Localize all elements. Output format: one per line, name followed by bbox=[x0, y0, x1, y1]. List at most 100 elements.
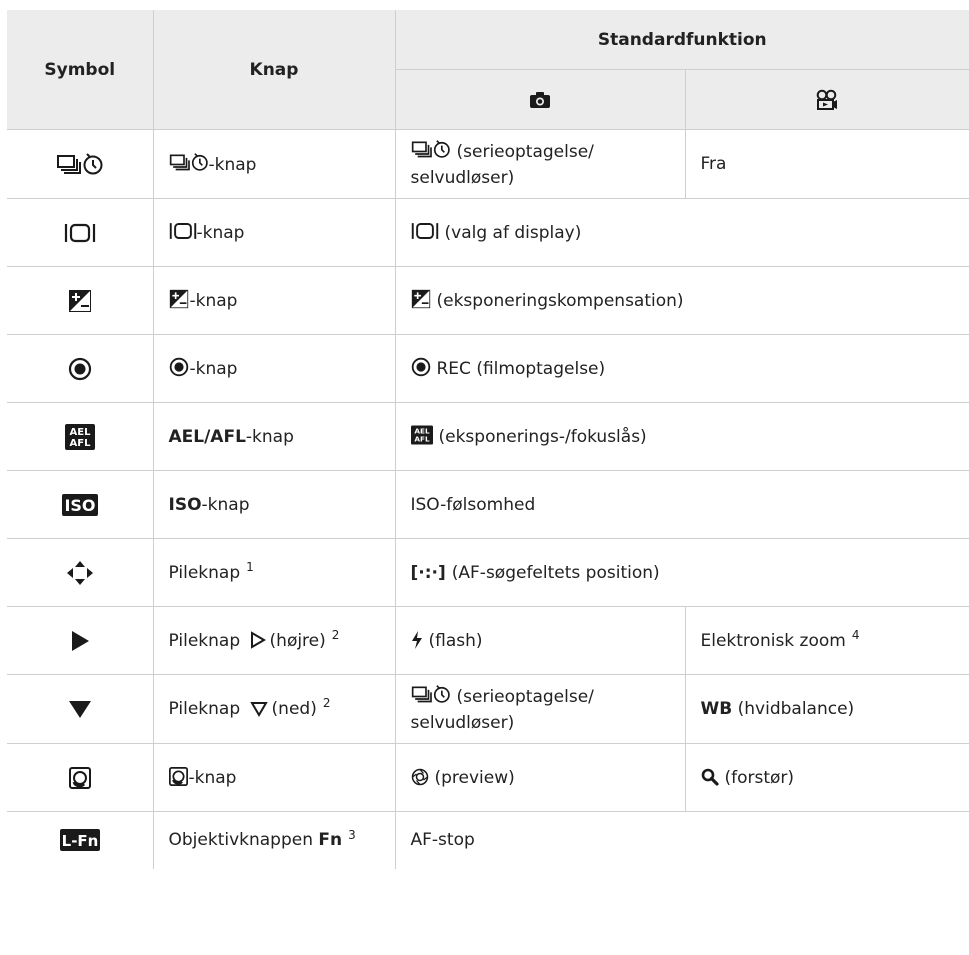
knap-label: -knap bbox=[189, 290, 238, 311]
knap-label: -knap bbox=[245, 426, 294, 447]
knap-label: Pileknap bbox=[168, 630, 241, 651]
func-bold: WB bbox=[700, 699, 733, 719]
func-text: Fra bbox=[700, 154, 727, 174]
preview-button-icon bbox=[168, 766, 188, 786]
header-standardfunktion: Standardfunktion bbox=[394, 10, 969, 70]
drive-selftimer-icon bbox=[56, 151, 104, 177]
knap-bold: AEL/AFL bbox=[168, 426, 246, 447]
symbol-cell: ISO bbox=[7, 470, 154, 539]
symbol-cell bbox=[7, 198, 154, 267]
func-cell: ISO-følsomhed bbox=[394, 470, 969, 539]
func-text: (AF-søgefeltets position) bbox=[451, 562, 660, 583]
table-row: Pileknap (ned) 2 (serieoptagelse/selvudlø… bbox=[7, 674, 969, 744]
flash-icon bbox=[411, 630, 423, 649]
func-text: ISO-følsomhed bbox=[410, 494, 536, 515]
func-cell: [·:·] (AF-søgefeltets position) bbox=[394, 538, 969, 607]
camera-icon bbox=[529, 91, 551, 109]
knap-label: -knap bbox=[208, 154, 257, 175]
func-text: (eksponeringskompensation) bbox=[436, 290, 684, 311]
movie-func-cell: (forstør) bbox=[684, 743, 969, 812]
knap-label: -knap bbox=[189, 358, 238, 379]
symbol-cell: L-Fn bbox=[7, 811, 154, 869]
func-text: AF-stop bbox=[410, 830, 475, 851]
header-photo bbox=[395, 69, 686, 130]
func-text-line2: selvudløser) bbox=[410, 712, 515, 733]
func-cell: (valg af display) bbox=[394, 198, 969, 267]
knap-bold: Fn bbox=[318, 830, 343, 851]
table-row: -knap (serieoptagelse/selvudløser) Fra bbox=[7, 129, 969, 199]
table-row: -knap REC (filmoptagelse) bbox=[7, 334, 969, 403]
exposure-compensation-icon bbox=[169, 289, 189, 309]
knap-cell: Pileknap (ned) 2 bbox=[152, 674, 396, 744]
knap-label-direction: (højre) bbox=[269, 630, 326, 651]
drive-selftimer-icon bbox=[411, 138, 451, 160]
func-text: (flash) bbox=[428, 630, 483, 651]
icon-label: AFL bbox=[414, 434, 430, 443]
button-function-table: Symbol Knap Standardfunktion -knap (seri… bbox=[7, 10, 969, 869]
func-cell: AEL AFL (eksponerings-/fokuslås) bbox=[394, 402, 969, 471]
func-text: (hvidbalance) bbox=[737, 699, 855, 719]
table-row: ISO ISO-knap ISO-følsomhed bbox=[7, 470, 969, 539]
l-fn-icon: L-Fn bbox=[59, 829, 100, 852]
rec-icon bbox=[68, 357, 92, 381]
knap-cell: Pileknap (højre) 2 bbox=[152, 606, 396, 675]
iso-icon: ISO bbox=[61, 493, 98, 516]
knap-cell: -knap bbox=[152, 266, 396, 335]
aperture-icon bbox=[411, 768, 429, 786]
func-cell: (eksponeringskompensation) bbox=[394, 266, 969, 335]
table-row: Pileknap 1 [·:·] (AF-søgefeltets position) bbox=[7, 538, 969, 607]
right-outline-triangle-icon bbox=[250, 630, 266, 649]
rec-icon bbox=[169, 357, 189, 377]
rec-icon bbox=[411, 357, 431, 377]
func-cell: REC (filmoptagelse) bbox=[394, 334, 969, 403]
symbol-cell bbox=[7, 743, 154, 812]
footnote-marker: 1 bbox=[246, 559, 254, 574]
magnifier-icon bbox=[701, 768, 719, 786]
func-text: (eksponerings-/fokuslås) bbox=[438, 426, 647, 447]
knap-cell: Objektivknappen Fn 3 bbox=[152, 811, 396, 869]
knap-cell: Pileknap 1 bbox=[152, 538, 396, 607]
knap-label: -knap bbox=[196, 222, 245, 243]
knap-label: Pileknap bbox=[168, 562, 241, 583]
symbol-cell: AEL AFL bbox=[7, 402, 154, 471]
symbol-cell bbox=[7, 538, 154, 607]
func-text: (preview) bbox=[434, 767, 515, 788]
knap-cell: ISO-knap bbox=[152, 470, 396, 539]
knap-label: -knap bbox=[201, 494, 250, 515]
ael-afl-icon: AEL AFL bbox=[64, 423, 95, 450]
symbol-cell bbox=[7, 266, 154, 335]
knap-label-direction: (ned) bbox=[271, 699, 317, 719]
movie-func-cell: Elektronisk zoom 4 bbox=[684, 606, 969, 675]
icon-label: ISO bbox=[64, 496, 95, 515]
down-triangle-icon bbox=[68, 699, 92, 719]
table-row: -knap (preview) (forstør) bbox=[7, 743, 969, 812]
display-icon bbox=[169, 221, 197, 241]
symbol-cell bbox=[7, 606, 154, 675]
table-row: -knap (valg af display) bbox=[7, 198, 969, 267]
drive-selftimer-icon bbox=[411, 683, 451, 705]
movie-func-cell: WB (hvidbalance) bbox=[684, 674, 969, 744]
knap-label: Objektivknappen bbox=[168, 830, 314, 851]
preview-button-icon bbox=[68, 766, 91, 789]
func-cell: AF-stop bbox=[394, 811, 969, 869]
table-row: L-Fn Objektivknappen Fn 3 AF-stop bbox=[7, 811, 969, 869]
knap-cell: -knap bbox=[152, 334, 396, 403]
symbol-cell bbox=[7, 334, 154, 403]
knap-cell: -knap bbox=[152, 198, 396, 267]
movie-func-cell: Fra bbox=[684, 129, 969, 199]
photo-func-cell: (flash) bbox=[394, 606, 686, 675]
footnote-marker: 4 bbox=[851, 627, 860, 642]
movie-camera-icon bbox=[815, 89, 839, 111]
icon-label: AEL bbox=[69, 427, 91, 438]
photo-func-cell: (preview) bbox=[394, 743, 686, 812]
func-text: (serieoptagelse/ bbox=[456, 141, 594, 162]
symbol-cell bbox=[7, 129, 154, 199]
icon-label: AFL bbox=[69, 438, 91, 449]
header-movie bbox=[684, 69, 969, 130]
func-text-line2: selvudløser) bbox=[410, 167, 515, 188]
drive-selftimer-icon bbox=[169, 151, 209, 173]
exposure-compensation-icon bbox=[411, 289, 431, 309]
footnote-marker: 3 bbox=[348, 827, 356, 842]
arrow-pad-icon bbox=[66, 560, 94, 586]
ael-afl-icon: AEL AFL bbox=[410, 424, 433, 445]
